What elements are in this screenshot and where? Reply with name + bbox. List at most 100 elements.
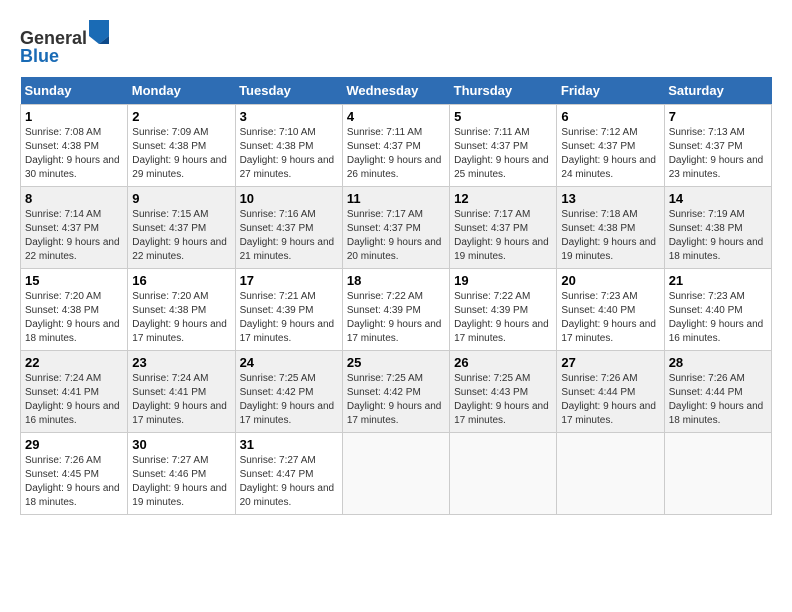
calendar-cell: 12 Sunrise: 7:17 AMSunset: 4:37 PMDayligh… bbox=[450, 186, 557, 268]
day-info: Sunrise: 7:22 AMSunset: 4:39 PMDaylight:… bbox=[454, 290, 552, 346]
day-number: 26 bbox=[454, 355, 552, 370]
day-info: Sunrise: 7:10 AMSunset: 4:38 PMDaylight:… bbox=[240, 126, 338, 182]
day-info: Sunrise: 7:09 AMSunset: 4:38 PMDaylight:… bbox=[132, 126, 230, 182]
day-number: 23 bbox=[132, 355, 230, 370]
calendar-cell: 3 Sunrise: 7:10 AMSunset: 4:38 PMDaylight… bbox=[235, 104, 342, 186]
day-number: 3 bbox=[240, 109, 338, 124]
calendar-cell bbox=[342, 432, 449, 514]
calendar-cell: 14 Sunrise: 7:19 AMSunset: 4:38 PMDayligh… bbox=[664, 186, 771, 268]
day-number: 6 bbox=[561, 109, 659, 124]
day-info: Sunrise: 7:18 AMSunset: 4:38 PMDaylight:… bbox=[561, 208, 659, 264]
day-info: Sunrise: 7:20 AMSunset: 4:38 PMDaylight:… bbox=[25, 290, 123, 346]
calendar-cell: 22 Sunrise: 7:24 AMSunset: 4:41 PMDayligh… bbox=[21, 350, 128, 432]
logo: General Blue bbox=[20, 20, 109, 67]
calendar-cell: 20Sunrise: 7:23 AMSunset: 4:40 PMDayligh… bbox=[557, 268, 664, 350]
calendar-cell: 7 Sunrise: 7:13 AMSunset: 4:37 PMDaylight… bbox=[664, 104, 771, 186]
day-number: 7 bbox=[669, 109, 767, 124]
day-number: 22 bbox=[25, 355, 123, 370]
calendar-cell: 8 Sunrise: 7:14 AMSunset: 4:37 PMDaylight… bbox=[21, 186, 128, 268]
calendar-week-row: 15 Sunrise: 7:20 AMSunset: 4:38 PMDayligh… bbox=[21, 268, 772, 350]
day-number: 11 bbox=[347, 191, 445, 206]
day-number: 17 bbox=[240, 273, 338, 288]
day-info: Sunrise: 7:11 AMSunset: 4:37 PMDaylight:… bbox=[347, 126, 445, 182]
day-number: 27 bbox=[561, 355, 659, 370]
day-info: Sunrise: 7:19 AMSunset: 4:38 PMDaylight:… bbox=[669, 208, 767, 264]
day-info: Sunrise: 7:27 AMSunset: 4:46 PMDaylight:… bbox=[132, 454, 230, 510]
day-info: Sunrise: 7:13 AMSunset: 4:37 PMDaylight:… bbox=[669, 126, 767, 182]
day-info: Sunrise: 7:24 AMSunset: 4:41 PMDaylight:… bbox=[132, 372, 230, 428]
calendar-cell: 23 Sunrise: 7:24 AMSunset: 4:41 PMDayligh… bbox=[128, 350, 235, 432]
calendar-cell: 19 Sunrise: 7:22 AMSunset: 4:39 PMDayligh… bbox=[450, 268, 557, 350]
day-info: Sunrise: 7:26 AMSunset: 4:44 PMDaylight:… bbox=[669, 372, 767, 428]
calendar-cell bbox=[557, 432, 664, 514]
calendar-cell: 16Sunrise: 7:20 AMSunset: 4:38 PMDayligh… bbox=[128, 268, 235, 350]
calendar-cell: 13 Sunrise: 7:18 AMSunset: 4:38 PMDayligh… bbox=[557, 186, 664, 268]
logo-icon bbox=[89, 20, 109, 44]
day-info: Sunrise: 7:14 AMSunset: 4:37 PMDaylight:… bbox=[25, 208, 123, 264]
day-number: 1 bbox=[25, 109, 123, 124]
day-number: 30 bbox=[132, 437, 230, 452]
day-info: Sunrise: 7:25 AMSunset: 4:43 PMDaylight:… bbox=[454, 372, 552, 428]
calendar-cell: 21 Sunrise: 7:23 AMSunset: 4:40 PMDayligh… bbox=[664, 268, 771, 350]
calendar-week-row: 8 Sunrise: 7:14 AMSunset: 4:37 PMDaylight… bbox=[21, 186, 772, 268]
day-number: 24 bbox=[240, 355, 338, 370]
page-header: General Blue bbox=[20, 20, 772, 67]
day-info: Sunrise: 7:21 AMSunset: 4:39 PMDaylight:… bbox=[240, 290, 338, 346]
day-number: 12 bbox=[454, 191, 552, 206]
calendar-cell: 27 Sunrise: 7:26 AMSunset: 4:44 PMDayligh… bbox=[557, 350, 664, 432]
calendar-cell: 25 Sunrise: 7:25 AMSunset: 4:42 PMDayligh… bbox=[342, 350, 449, 432]
day-number: 13 bbox=[561, 191, 659, 206]
day-number: 25 bbox=[347, 355, 445, 370]
calendar-cell: 9Sunrise: 7:15 AMSunset: 4:37 PMDaylight… bbox=[128, 186, 235, 268]
calendar-cell: 24 Sunrise: 7:25 AMSunset: 4:42 PMDayligh… bbox=[235, 350, 342, 432]
weekday-header-tuesday: Tuesday bbox=[235, 77, 342, 105]
day-info: Sunrise: 7:23 AMSunset: 4:40 PMDaylight:… bbox=[561, 290, 659, 346]
day-info: Sunrise: 7:26 AMSunset: 4:44 PMDaylight:… bbox=[561, 372, 659, 428]
calendar-week-row: 22 Sunrise: 7:24 AMSunset: 4:41 PMDayligh… bbox=[21, 350, 772, 432]
day-number: 31 bbox=[240, 437, 338, 452]
calendar-cell: 1 Sunrise: 7:08 AMSunset: 4:38 PMDaylight… bbox=[21, 104, 128, 186]
day-info: Sunrise: 7:25 AMSunset: 4:42 PMDaylight:… bbox=[347, 372, 445, 428]
calendar-table: SundayMondayTuesdayWednesdayThursdayFrid… bbox=[20, 77, 772, 515]
day-number: 16 bbox=[132, 273, 230, 288]
weekday-header-wednesday: Wednesday bbox=[342, 77, 449, 105]
day-info: Sunrise: 7:27 AMSunset: 4:47 PMDaylight:… bbox=[240, 454, 338, 510]
calendar-cell: 10Sunrise: 7:16 AMSunset: 4:37 PMDayligh… bbox=[235, 186, 342, 268]
day-info: Sunrise: 7:08 AMSunset: 4:38 PMDaylight:… bbox=[25, 126, 123, 182]
day-number: 29 bbox=[25, 437, 123, 452]
day-number: 19 bbox=[454, 273, 552, 288]
calendar-cell bbox=[664, 432, 771, 514]
day-number: 2 bbox=[132, 109, 230, 124]
weekday-header-monday: Monday bbox=[128, 77, 235, 105]
day-info: Sunrise: 7:17 AMSunset: 4:37 PMDaylight:… bbox=[347, 208, 445, 264]
calendar-cell: 15 Sunrise: 7:20 AMSunset: 4:38 PMDayligh… bbox=[21, 268, 128, 350]
calendar-week-row: 29 Sunrise: 7:26 AMSunset: 4:45 PMDayligh… bbox=[21, 432, 772, 514]
weekday-header-saturday: Saturday bbox=[664, 77, 771, 105]
weekday-header-sunday: Sunday bbox=[21, 77, 128, 105]
weekday-header-thursday: Thursday bbox=[450, 77, 557, 105]
calendar-cell: 5 Sunrise: 7:11 AMSunset: 4:37 PMDaylight… bbox=[450, 104, 557, 186]
day-number: 14 bbox=[669, 191, 767, 206]
day-info: Sunrise: 7:16 AMSunset: 4:37 PMDaylight:… bbox=[240, 208, 338, 264]
day-number: 21 bbox=[669, 273, 767, 288]
day-info: Sunrise: 7:23 AMSunset: 4:40 PMDaylight:… bbox=[669, 290, 767, 346]
calendar-cell: 28 Sunrise: 7:26 AMSunset: 4:44 PMDayligh… bbox=[664, 350, 771, 432]
day-info: Sunrise: 7:12 AMSunset: 4:37 PMDaylight:… bbox=[561, 126, 659, 182]
day-number: 8 bbox=[25, 191, 123, 206]
day-number: 5 bbox=[454, 109, 552, 124]
day-info: Sunrise: 7:25 AMSunset: 4:42 PMDaylight:… bbox=[240, 372, 338, 428]
calendar-cell: 6 Sunrise: 7:12 AMSunset: 4:37 PMDaylight… bbox=[557, 104, 664, 186]
logo-blue: Blue bbox=[20, 46, 59, 66]
day-number: 4 bbox=[347, 109, 445, 124]
day-number: 15 bbox=[25, 273, 123, 288]
day-info: Sunrise: 7:24 AMSunset: 4:41 PMDaylight:… bbox=[25, 372, 123, 428]
calendar-cell: 18Sunrise: 7:22 AMSunset: 4:39 PMDayligh… bbox=[342, 268, 449, 350]
day-info: Sunrise: 7:11 AMSunset: 4:37 PMDaylight:… bbox=[454, 126, 552, 182]
day-info: Sunrise: 7:26 AMSunset: 4:45 PMDaylight:… bbox=[25, 454, 123, 510]
day-number: 28 bbox=[669, 355, 767, 370]
day-info: Sunrise: 7:22 AMSunset: 4:39 PMDaylight:… bbox=[347, 290, 445, 346]
day-info: Sunrise: 7:15 AMSunset: 4:37 PMDaylight:… bbox=[132, 208, 230, 264]
day-info: Sunrise: 7:17 AMSunset: 4:37 PMDaylight:… bbox=[454, 208, 552, 264]
weekday-header-friday: Friday bbox=[557, 77, 664, 105]
calendar-cell: 30 Sunrise: 7:27 AMSunset: 4:46 PMDayligh… bbox=[128, 432, 235, 514]
